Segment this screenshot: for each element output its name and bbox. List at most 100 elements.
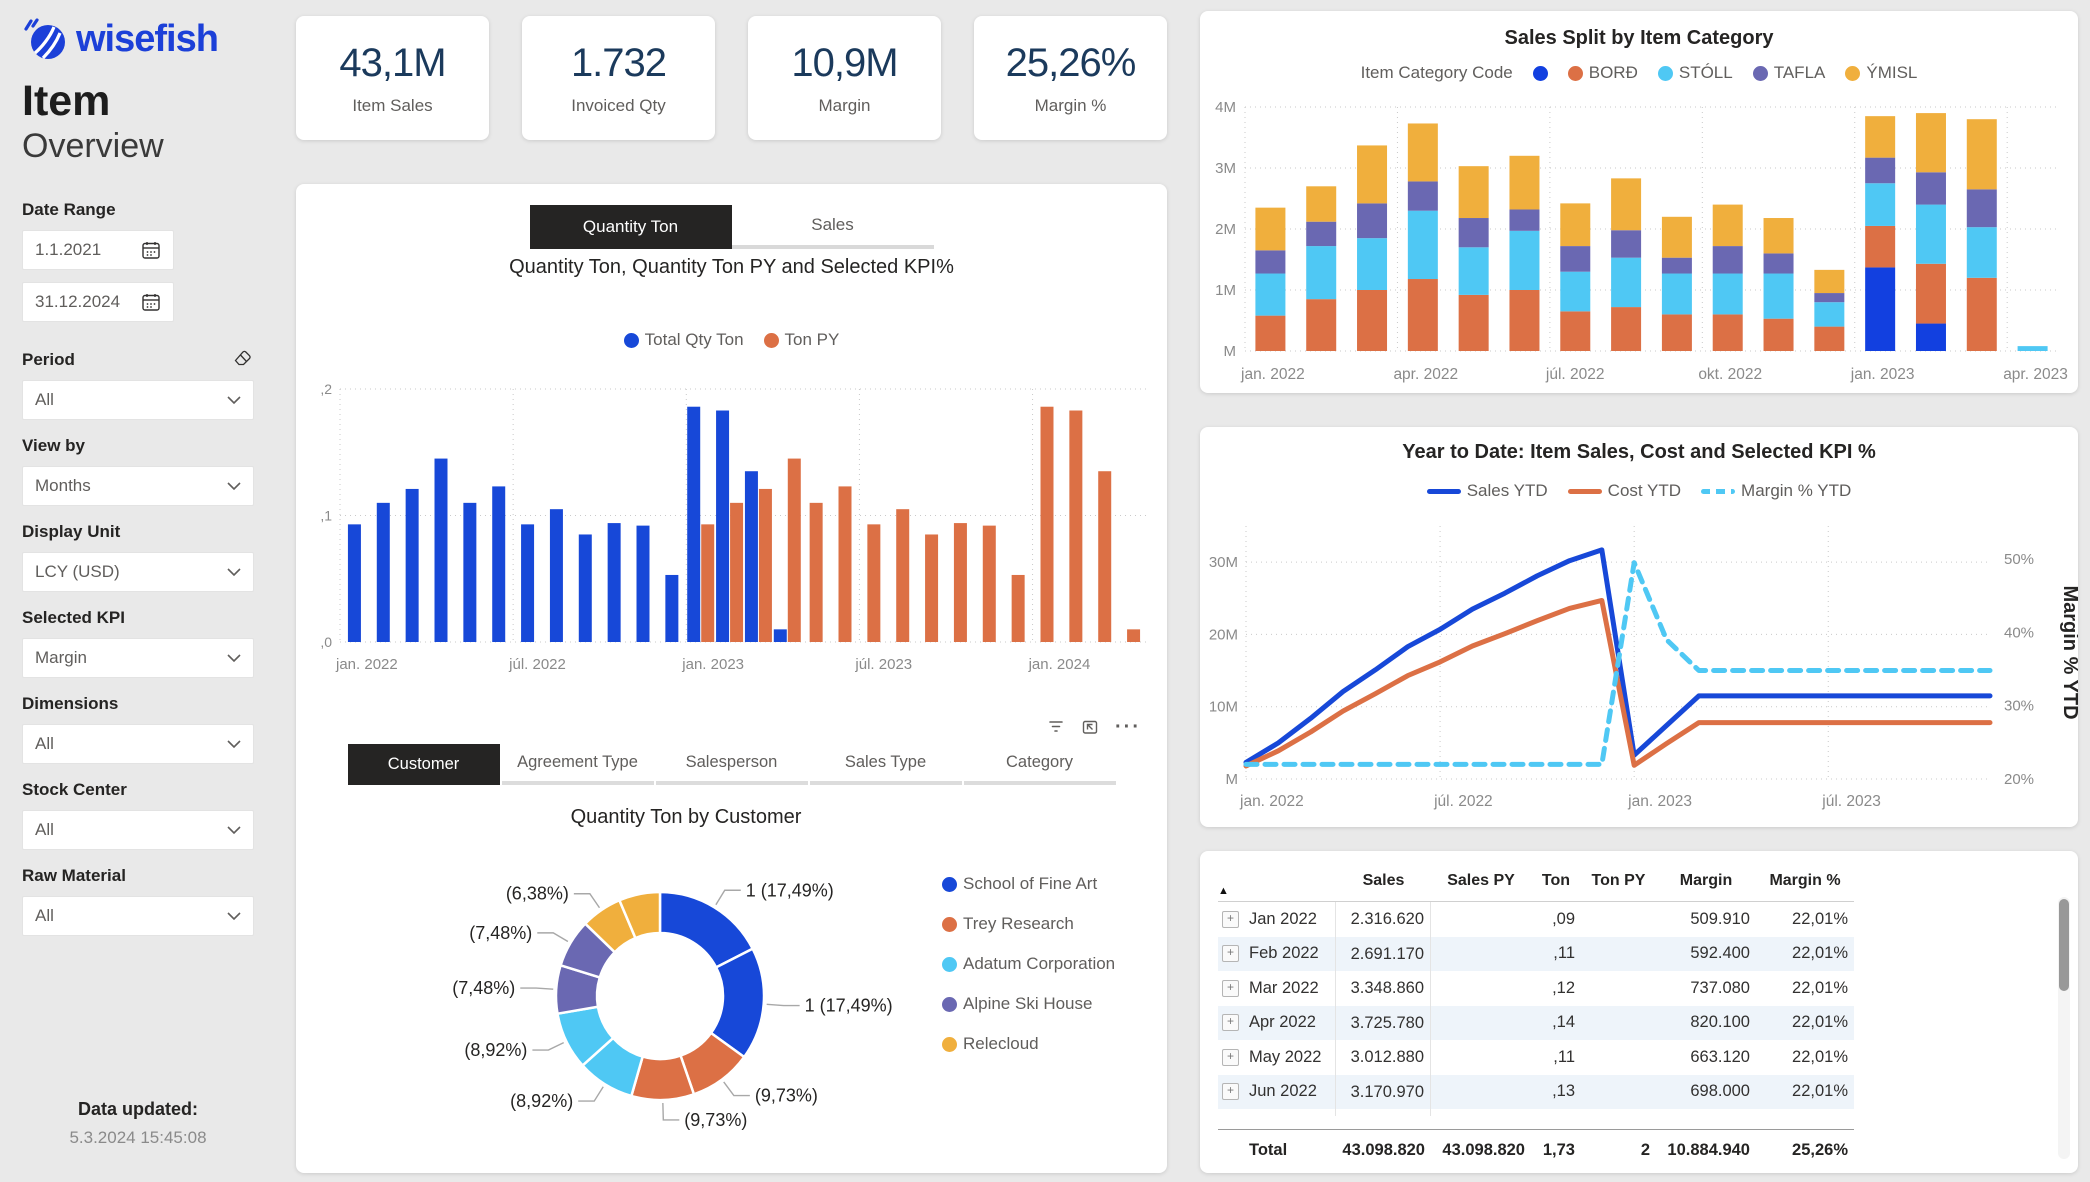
bar-ton-py[interactable] bbox=[839, 486, 852, 642]
bar-total-qty-ton[interactable] bbox=[377, 503, 390, 642]
legend-item-ton-py[interactable]: Ton PY bbox=[764, 330, 840, 350]
filter-icon[interactable] bbox=[1047, 718, 1065, 736]
stack-bar-st-ll[interactable] bbox=[1967, 227, 1997, 278]
col-header-ton[interactable]: Ton bbox=[1531, 872, 1581, 890]
bar-total-qty-ton[interactable] bbox=[745, 471, 758, 642]
expand-row-icon[interactable]: + bbox=[1222, 1083, 1239, 1100]
stack-bar-bor[interactable] bbox=[1662, 314, 1692, 351]
stack-bar-misl[interactable] bbox=[1560, 203, 1590, 246]
stack-bar-tafla[interactable] bbox=[1865, 158, 1895, 184]
sales-split-chart[interactable]: M1M2M3M4Mjan. 2022apr. 2022júl. 2022okt.… bbox=[1200, 89, 2078, 389]
stack-bar-tafla[interactable] bbox=[1713, 246, 1743, 273]
legend-item-total-qty-ton[interactable]: Total Qty Ton bbox=[624, 330, 744, 350]
bar-total-qty-ton[interactable] bbox=[716, 411, 729, 642]
stack-bar-tafla[interactable] bbox=[1255, 250, 1285, 273]
stack-bar-misl[interactable] bbox=[1459, 166, 1489, 218]
subtab-customer[interactable]: Customer bbox=[348, 744, 500, 785]
tab-quantity-ton[interactable]: Quantity Ton bbox=[530, 205, 732, 249]
stack-bar-st-ll[interactable] bbox=[1560, 272, 1590, 312]
bar-total-qty-ton[interactable] bbox=[579, 534, 592, 642]
expand-row-icon[interactable]: + bbox=[1222, 911, 1239, 928]
bar-ton-py[interactable] bbox=[1127, 629, 1140, 642]
stack-bar-st-ll[interactable] bbox=[1408, 211, 1438, 279]
stack-bar-tafla[interactable] bbox=[1611, 230, 1641, 257]
stack-bar-blank[interactable] bbox=[1916, 324, 1946, 351]
bar-total-qty-ton[interactable] bbox=[492, 486, 505, 642]
stack-bar-tafla[interactable] bbox=[1560, 246, 1590, 272]
col-header-margin[interactable]: Margin % bbox=[1756, 872, 1854, 890]
subtab-agreement-type[interactable]: Agreement Type bbox=[502, 744, 654, 785]
bar-total-qty-ton[interactable] bbox=[348, 524, 361, 642]
stack-bar-bor[interactable] bbox=[1509, 290, 1539, 351]
legend-item-bor[interactable]: BORÐ bbox=[1568, 63, 1638, 83]
stack-bar-st-ll[interactable] bbox=[1662, 274, 1692, 315]
line-margin-ytd[interactable] bbox=[1246, 563, 1990, 765]
bar-ton-py[interactable] bbox=[896, 509, 909, 642]
stack-bar-st-ll[interactable] bbox=[1814, 302, 1844, 326]
stack-bar-tafla[interactable] bbox=[1662, 258, 1692, 274]
stack-bar-misl[interactable] bbox=[1764, 218, 1794, 253]
focus-mode-icon[interactable] bbox=[1081, 718, 1099, 736]
stack-bar-misl[interactable] bbox=[1357, 145, 1387, 203]
stack-bar-misl[interactable] bbox=[1865, 116, 1895, 157]
legend-item-cost-ytd[interactable]: Cost YTD bbox=[1568, 481, 1681, 501]
bar-ton-py[interactable] bbox=[954, 523, 967, 642]
stack-bar-tafla[interactable] bbox=[1814, 293, 1844, 302]
stack-bar-bor[interactable] bbox=[1459, 295, 1489, 351]
expand-row-icon[interactable]: + bbox=[1222, 980, 1239, 997]
bar-ton-py[interactable] bbox=[810, 503, 823, 642]
expand-row-icon[interactable]: + bbox=[1222, 1014, 1239, 1031]
stack-bar-bor[interactable] bbox=[1713, 314, 1743, 351]
calendar-icon[interactable] bbox=[141, 292, 161, 312]
bar-total-qty-ton[interactable] bbox=[550, 509, 563, 642]
table-row[interactable]: +May 20223.012.880,11663.12022,01% bbox=[1218, 1040, 1854, 1075]
dropdown-period[interactable]: All bbox=[22, 380, 254, 420]
stack-bar-misl[interactable] bbox=[1255, 208, 1285, 251]
legend-item-relecloud[interactable]: Relecloud bbox=[942, 1034, 1115, 1054]
stack-bar-st-ll[interactable] bbox=[1916, 205, 1946, 264]
bar-ton-py[interactable] bbox=[1012, 575, 1025, 642]
stack-bar-st-ll[interactable] bbox=[1611, 258, 1641, 307]
bar-ton-py[interactable] bbox=[983, 526, 996, 642]
stack-bar-misl[interactable] bbox=[1306, 186, 1336, 221]
stack-bar-st-ll[interactable] bbox=[2018, 346, 2048, 351]
stack-bar-misl[interactable] bbox=[1713, 205, 1743, 246]
stack-bar-misl[interactable] bbox=[1814, 270, 1844, 293]
legend-item-adatum-corporation[interactable]: Adatum Corporation bbox=[942, 954, 1115, 974]
stack-bar-st-ll[interactable] bbox=[1865, 183, 1895, 226]
stack-bar-tafla[interactable] bbox=[1916, 172, 1946, 204]
legend-item-sales-ytd[interactable]: Sales YTD bbox=[1427, 481, 1548, 501]
stack-bar-bor[interactable] bbox=[1255, 316, 1285, 351]
stack-bar-misl[interactable] bbox=[1967, 119, 1997, 189]
stack-bar-bor[interactable] bbox=[1306, 299, 1336, 351]
bar-total-qty-ton[interactable] bbox=[463, 503, 476, 642]
legend-item-margin-ytd[interactable]: Margin % YTD bbox=[1701, 481, 1851, 501]
stack-bar-misl[interactable] bbox=[1916, 113, 1946, 172]
stack-bar-bor[interactable] bbox=[1916, 264, 1946, 324]
expand-row-icon[interactable]: + bbox=[1222, 1049, 1239, 1066]
bar-ton-py[interactable] bbox=[867, 524, 880, 642]
stack-bar-tafla[interactable] bbox=[1764, 253, 1794, 273]
legend-item-trey-research[interactable]: Trey Research bbox=[942, 914, 1115, 934]
legend-item-blank[interactable] bbox=[1533, 66, 1548, 81]
bar-total-qty-ton[interactable] bbox=[521, 524, 534, 642]
calendar-icon[interactable] bbox=[141, 240, 161, 260]
stack-bar-tafla[interactable] bbox=[1408, 181, 1438, 210]
bar-ton-py[interactable] bbox=[1098, 471, 1111, 642]
stack-bar-st-ll[interactable] bbox=[1509, 231, 1539, 290]
bar-ton-py[interactable] bbox=[730, 503, 743, 642]
stack-bar-bor[interactable] bbox=[1967, 278, 1997, 351]
dropdown-display-unit[interactable]: LCY (USD) bbox=[22, 552, 254, 592]
col-header-month[interactable]: ▲ bbox=[1218, 885, 1336, 899]
stack-bar-bor[interactable] bbox=[1611, 307, 1641, 351]
customer-donut-chart[interactable]: 1 (17,49%)1 (17,49%)(9,73%)(9,73%)(8,92%… bbox=[312, 836, 940, 1170]
dropdown-dimensions[interactable]: All bbox=[22, 724, 254, 764]
dropdown-selected-kpi[interactable]: Margin bbox=[22, 638, 254, 678]
stack-bar-st-ll[interactable] bbox=[1713, 274, 1743, 315]
stack-bar-blank[interactable] bbox=[1865, 267, 1895, 351]
stack-bar-bor[interactable] bbox=[1764, 319, 1794, 351]
eraser-icon[interactable] bbox=[232, 346, 254, 368]
subtab-category[interactable]: Category bbox=[964, 744, 1116, 785]
legend-item-tafla[interactable]: TAFLA bbox=[1753, 63, 1826, 83]
table-row[interactable]: +Jan 20222.316.620,09509.91022,01% bbox=[1218, 902, 1854, 937]
